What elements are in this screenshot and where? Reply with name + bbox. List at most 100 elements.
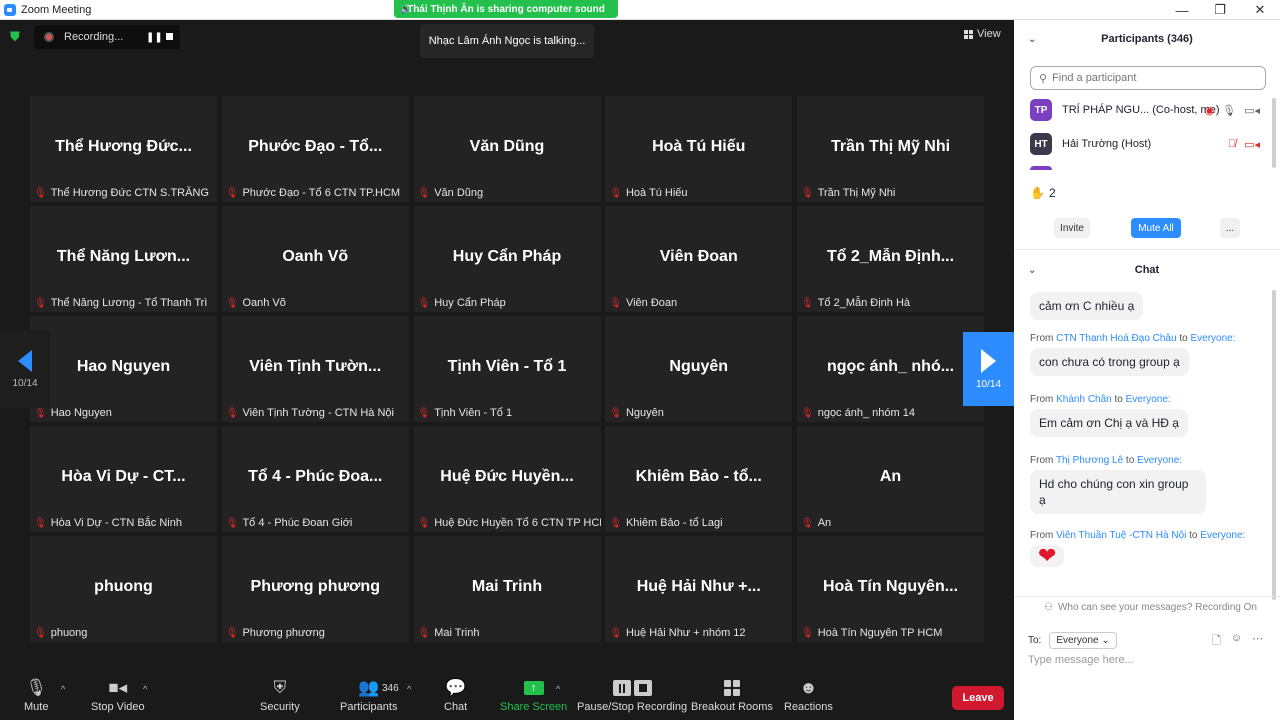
participant-display-name: Hoà Tín Nguyên... xyxy=(822,578,959,595)
video-tile[interactable]: Tổ 2_Mẫn Định... 🎙 Tổ 2_Mẫn Định Hà xyxy=(797,206,984,312)
emoji-icon[interactable]: ☺ xyxy=(1231,632,1242,651)
muted-microphone-icon: 🎙 xyxy=(225,627,239,639)
video-tile[interactable]: Phương phương 🎙 Phương phương xyxy=(221,536,409,642)
chat-button[interactable]: 💬 Chat xyxy=(444,678,467,713)
video-tile[interactable]: Hoà Tín Nguyên... 🎙 Hoà Tín Nguyên TP HCM xyxy=(797,536,984,642)
participant-name-label: 🎙 Huệ Hải Như + nhóm 12 xyxy=(609,627,745,639)
participant-name-text: Phương phương xyxy=(242,627,325,639)
video-tile[interactable]: Nguyên 🎙 Nguyên xyxy=(605,316,793,422)
share-options-caret[interactable]: ^ xyxy=(556,684,560,694)
video-tile[interactable]: An 🎙 An xyxy=(797,426,984,532)
close-button[interactable]: ✕ xyxy=(1240,0,1280,20)
participant-name-label: 🎙 Oanh Võ xyxy=(226,297,286,309)
muted-microphone-icon: 🎙 xyxy=(225,407,239,419)
video-tile[interactable]: Hao Nguyen 🎙 Hao Nguyen xyxy=(30,316,217,422)
mute-button[interactable]: 🎙 Mute xyxy=(24,678,48,713)
participant-display-name: Hao Nguyen xyxy=(76,358,171,375)
video-tile[interactable]: Thể Hương Đức... 🎙 Thể Hương Đức CTN S.TRĂ… xyxy=(30,96,217,202)
video-tile[interactable]: Tịnh Viên - Tổ 1 🎙 Tịnh Viên - Tổ 1 xyxy=(413,316,601,422)
participants-options-caret[interactable]: ^ xyxy=(407,684,411,694)
participants-scrollbar[interactable] xyxy=(1272,98,1276,168)
previous-page-button[interactable]: 10/14 xyxy=(0,330,50,408)
muted-microphone-icon: 🎙 xyxy=(34,297,47,309)
participant-name-text: Thể Năng Lương - Tổ Thanh Trì xyxy=(50,297,208,309)
view-button[interactable]: View xyxy=(964,28,1001,40)
participant-row-host[interactable]: HT Hải Trường (Host) 🎙̸ ▭◂ xyxy=(1030,132,1270,156)
stop-video-button[interactable]: ■◂ Stop Video xyxy=(91,678,145,713)
breakout-rooms-button[interactable]: Breakout Rooms xyxy=(691,678,773,713)
muted-microphone-icon: 🎙 xyxy=(801,517,814,529)
share-screen-icon: ↑ xyxy=(523,681,544,695)
video-tile[interactable]: Hòa Vi Dự - CT... 🎙 Hòa Vi Dự - CTN Bắc Ni… xyxy=(30,426,217,532)
message-sender-line: From Viên Thuần Tuệ -CTN Hà Nội to Every… xyxy=(1030,530,1246,541)
maximize-button[interactable]: ❐ xyxy=(1200,0,1240,20)
video-tile[interactable]: Văn Dũng 🎙 Văn Dũng xyxy=(413,96,601,202)
video-tile[interactable]: Thể Năng Lươn... 🎙 Thể Năng Lương - Tổ Tha… xyxy=(30,206,217,312)
video-tile[interactable]: Tổ 4 - Phúc Đoa... 🎙 Tổ 4 - Phúc Đoan Giới xyxy=(221,426,409,532)
reactions-smiley-icon: ☻ xyxy=(799,678,818,697)
video-tile[interactable]: Phước Đạo - Tổ... 🎙 Phước Đạo - Tổ 6 CTN T… xyxy=(221,96,409,202)
participant-row-cohost[interactable]: TP TRÍ PHÁP NGU... (Co-host, me) ◉ 🎙 ▭◂ xyxy=(1030,98,1270,122)
participant-name-label: 🎙 Viên Đoan xyxy=(609,297,677,309)
divider xyxy=(1014,596,1280,597)
video-tile[interactable]: Mai Trinh 🎙 Mai Trinh xyxy=(413,536,601,642)
leave-button[interactable]: Leave xyxy=(952,686,1004,710)
video-options-caret[interactable]: ^ xyxy=(143,684,147,694)
collapse-chevron-icon[interactable]: ⌄ xyxy=(1028,34,1036,45)
muted-microphone-icon: 🎙 xyxy=(609,187,622,199)
mute-all-button[interactable]: Mute All xyxy=(1131,218,1181,238)
divider xyxy=(1014,249,1280,250)
file-attach-icon[interactable]: 🗋 xyxy=(1212,632,1221,651)
collapse-chevron-icon[interactable]: ⌄ xyxy=(1028,265,1036,276)
message-sender-line: From Khánh Chân to Everyone: xyxy=(1030,394,1171,405)
muted-microphone-icon: 🎙 xyxy=(34,627,47,639)
stop-recording-icon[interactable] xyxy=(166,33,173,40)
participant-display-name: Huy Cẩn Pháp xyxy=(452,248,562,265)
more-icon[interactable]: ⋯ xyxy=(1252,632,1263,651)
participant-name-text: Hòa Vi Dự - CTN Bắc Ninh xyxy=(50,517,182,529)
encryption-shield-icon[interactable]: ⛊ xyxy=(10,30,24,44)
video-tile[interactable]: Khiêm Bảo - tổ... 🎙 Khiêm Bảo - tổ Lagi xyxy=(605,426,793,532)
participant-name-text: Nguyên xyxy=(625,407,664,419)
participant-name-text: ngọc ánh_ nhóm 14 xyxy=(817,407,915,419)
chat-title: Chat xyxy=(1134,264,1160,276)
more-options-button[interactable]: ... xyxy=(1220,218,1240,238)
participant-display-name: Huệ Hải Như +... xyxy=(636,578,761,595)
pause-recording-icon[interactable]: ❚❚ xyxy=(146,32,163,43)
video-tile[interactable]: Viên Đoan 🎙 Viên Đoan xyxy=(605,206,793,312)
video-tile[interactable]: Huệ Hải Như +... 🎙 Huệ Hải Như + nhóm 12 xyxy=(605,536,793,642)
pause-stop-recording-button[interactable]: Pause/Stop Recording xyxy=(577,678,687,713)
recording-indicator: Recording... ❚❚ xyxy=(34,25,180,49)
minimize-button[interactable]: — xyxy=(1162,0,1202,20)
microphone-icon: 🎙 xyxy=(1222,104,1237,117)
video-tile[interactable]: Oanh Võ 🎙 Oanh Võ xyxy=(221,206,409,312)
video-tile[interactable]: ngọc ánh_ nhó... 🎙 ngọc ánh_ nhóm 14 xyxy=(797,316,984,422)
invite-button[interactable]: Invite xyxy=(1054,218,1090,238)
chat-bubble: con chưa có trong group ạ xyxy=(1030,348,1189,376)
participant-name-label: 🎙 Hao Nguyen xyxy=(34,407,112,419)
video-tile[interactable]: Huy Cẩn Pháp 🎙 Huy Cẩn Pháp xyxy=(413,206,601,312)
participant-name-text: Hao Nguyen xyxy=(50,407,112,419)
chat-bubble: cảm ơn C nhiều ạ xyxy=(1030,292,1144,320)
person-info-icon: ⚇ xyxy=(1044,602,1053,613)
video-tile[interactable]: Viên Tịnh Tườn... 🎙 Viên Tịnh Tường - CTN … xyxy=(221,316,409,422)
reactions-button[interactable]: ☻ Reactions xyxy=(784,678,833,713)
chevron-down-icon: ⌄ xyxy=(1101,635,1110,646)
participant-name-label: 🎙 Huy Cẩn Pháp xyxy=(418,297,506,309)
video-tile[interactable]: phuong 🎙 phuong xyxy=(30,536,217,642)
video-tile[interactable]: Trần Thị Mỹ Nhi 🎙 Trần Thị Mỹ Nhi xyxy=(797,96,984,202)
next-page-button[interactable]: 10/14 xyxy=(963,332,1014,406)
privacy-info-link[interactable]: ⚇ Who can see your messages? Recording O… xyxy=(1044,602,1257,613)
participant-name-text: Thể Hương Đức CTN S.TRĂNG xyxy=(50,187,209,199)
security-button[interactable]: ⛨ Security xyxy=(260,678,300,713)
video-tile[interactable]: Hoà Tú Hiếu 🎙 Hoà Tú Hiếu xyxy=(605,96,793,202)
participant-name-text: Hoà Tú Hiếu xyxy=(625,187,688,199)
chat-scrollbar[interactable] xyxy=(1272,290,1276,600)
video-tile[interactable]: Huệ Đức Huyền... 🎙 Huệ Đức Huyền Tổ 6 CTN … xyxy=(413,426,601,532)
participant-search-input[interactable]: ⚲ Find a participant xyxy=(1030,66,1266,90)
participant-display-name: Oanh Võ xyxy=(282,248,349,265)
page-indicator-right: 10/14 xyxy=(975,378,1002,390)
audio-options-caret[interactable]: ^ xyxy=(61,684,65,694)
recipient-select[interactable]: Everyone ⌄ xyxy=(1049,632,1117,649)
chat-message-input[interactable]: Type message here... xyxy=(1028,654,1134,666)
